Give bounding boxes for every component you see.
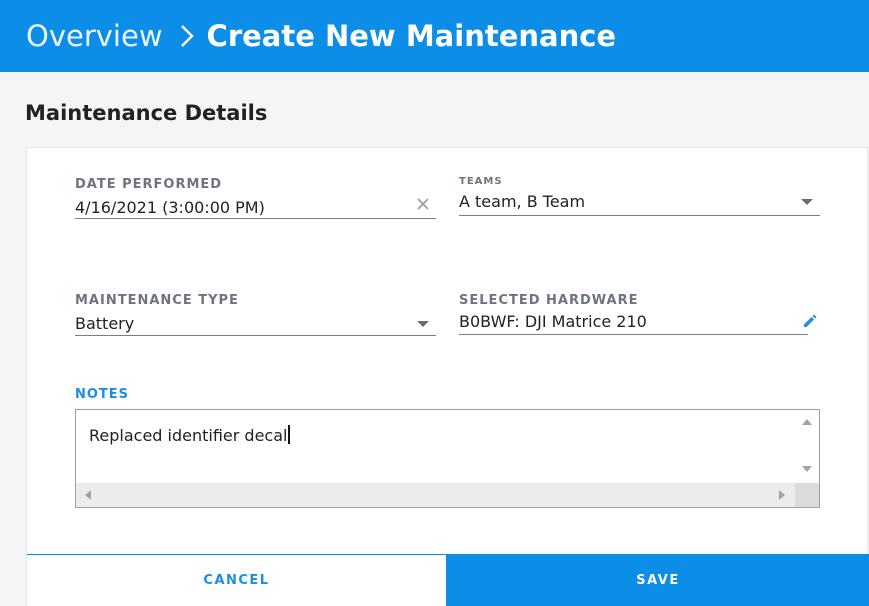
horizontal-scrollbar[interactable] — [76, 483, 795, 507]
maintenance-type-select[interactable]: Battery — [75, 314, 134, 333]
caret-down-icon[interactable] — [417, 321, 429, 327]
section-title: Maintenance Details — [25, 101, 268, 125]
page-title: Create New Maintenance — [206, 19, 617, 53]
scroll-left-arrow-icon[interactable] — [85, 490, 91, 500]
teams-select[interactable]: A team, B Team — [459, 192, 585, 211]
scrollbar-corner — [795, 483, 819, 507]
maintenance-type-label: MAINTENANCE TYPE — [75, 293, 239, 308]
breadcrumb-overview-link[interactable]: Overview — [26, 19, 163, 53]
notes-text: Replaced identifier decal — [89, 425, 291, 445]
maintenance-type-underline — [75, 335, 436, 336]
text-cursor — [288, 425, 291, 444]
chevron-right-icon — [179, 23, 195, 49]
cancel-button[interactable]: CANCEL — [27, 554, 447, 606]
teams-underline — [459, 215, 820, 216]
notes-label: NOTES — [75, 387, 130, 402]
pencil-icon[interactable] — [802, 313, 818, 334]
save-button[interactable]: SAVE — [447, 554, 869, 606]
selected-hardware-underline — [459, 334, 808, 335]
scroll-right-arrow-icon[interactable] — [779, 490, 785, 500]
scroll-down-arrow-icon[interactable] — [802, 466, 812, 472]
close-icon[interactable] — [416, 197, 430, 216]
maintenance-form-card: DATE PERFORMED 4/16/2021 (3:00:00 PM) TE… — [26, 147, 869, 606]
vertical-scrollbar[interactable] — [795, 410, 819, 482]
date-performed-field[interactable]: 4/16/2021 (3:00:00 PM) — [75, 198, 265, 217]
teams-label: TEAMS — [459, 176, 503, 187]
notes-textarea[interactable]: Replaced identifier decal — [75, 409, 820, 508]
date-performed-label: DATE PERFORMED — [75, 177, 223, 192]
caret-down-icon[interactable] — [801, 199, 813, 205]
selected-hardware-label: SELECTED HARDWARE — [459, 293, 639, 308]
app-header: Overview Create New Maintenance — [0, 0, 869, 72]
scroll-up-arrow-icon[interactable] — [802, 419, 812, 425]
selected-hardware-value: B0BWF: DJI Matrice 210 — [459, 312, 647, 331]
date-performed-underline — [75, 218, 436, 219]
